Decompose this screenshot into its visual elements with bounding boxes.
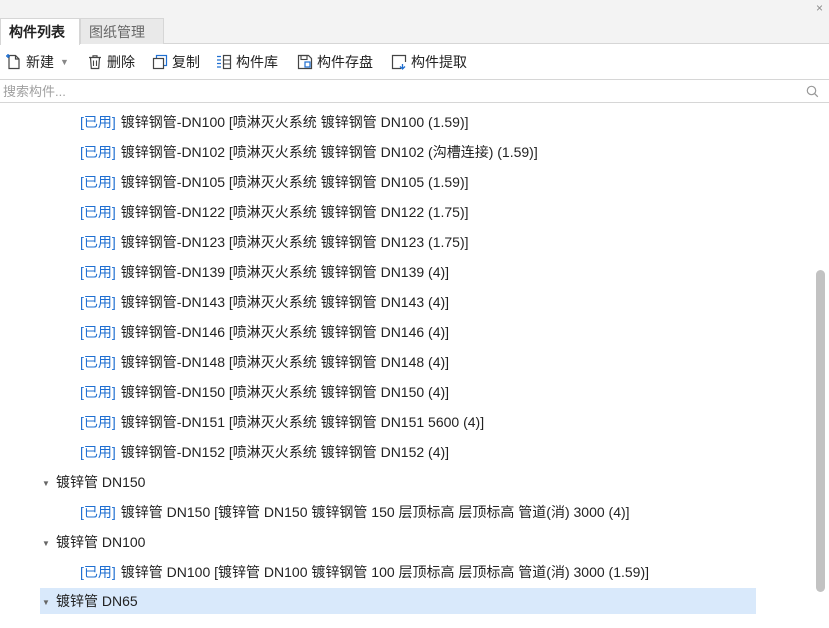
tree-item[interactable]: [已用] 镀锌管 DN150 [镀锌管 DN150 镀锌钢管 150 层顶标高 层… (0, 499, 630, 525)
expand-caret-icon[interactable]: ▼ (42, 471, 56, 497)
tree-item[interactable]: [已用] 镀锌钢管-DN102 [喷淋灭火系统 镀锌钢管 DN102 (沟槽连接)… (0, 139, 538, 165)
status-label: [已用] (80, 384, 116, 400)
tree-item-label: 镀锌钢管-DN105 [喷淋灭火系统 镀锌钢管 DN105 (1.59)] (120, 174, 469, 190)
tree-item[interactable]: [已用] 镀锌钢管-DN123 [喷淋灭火系统 镀锌钢管 DN123 (1.75)… (0, 229, 469, 255)
tree-item-label: 镀锌钢管-DN151 [喷淋灭火系统 镀锌钢管 DN151 5600 (4)] (120, 414, 485, 430)
tree-item-label: 镀锌管 DN150 [镀锌管 DN150 镀锌钢管 150 层顶标高 层顶标高 … (120, 504, 630, 520)
tree-item-label: 镀锌钢管-DN122 [喷淋灭火系统 镀锌钢管 DN122 (1.75)] (120, 204, 469, 220)
status-label: [已用] (80, 444, 116, 460)
tree-item[interactable]: [已用] 镀锌钢管-DN122 [喷淋灭火系统 镀锌钢管 DN122 (1.75)… (0, 199, 469, 225)
tree-item[interactable]: [已用] 镀锌钢管-DN148 [喷淋灭火系统 镀锌钢管 DN148 (4)] (0, 349, 449, 375)
component-save-button[interactable]: 构件存盘 (296, 51, 373, 73)
status-label: [已用] (80, 294, 116, 310)
tree-group-label: 镀锌管 DN100 (56, 534, 146, 550)
tab-drawing-management[interactable]: 图纸管理 (80, 18, 164, 44)
status-label: [已用] (80, 264, 116, 280)
tree-item[interactable]: [已用] 镀锌钢管-DN150 [喷淋灭火系统 镀锌钢管 DN150 (4)] (0, 379, 449, 405)
copy-button[interactable]: 复制 (151, 51, 200, 73)
close-icon[interactable]: × (816, 0, 823, 16)
tree-item-label: 镀锌钢管-DN100 [喷淋灭火系统 镀锌钢管 DN100 (1.59)] (120, 114, 469, 130)
tree-group-label: 镀锌管 DN65 (56, 593, 138, 609)
status-label: [已用] (80, 504, 116, 520)
tree-item-label: 镀锌钢管-DN150 [喷淋灭火系统 镀锌钢管 DN150 (4)] (120, 384, 450, 400)
new-file-icon (6, 54, 20, 70)
tree-item-label: 镀锌钢管-DN139 [喷淋灭火系统 镀锌钢管 DN139 (4)] (120, 264, 450, 280)
status-label: [已用] (80, 174, 116, 190)
tree-item[interactable]: [已用] 镀锌钢管-DN105 [喷淋灭火系统 镀锌钢管 DN105 (1.59)… (0, 169, 469, 195)
copy-button-label: 复制 (172, 54, 200, 70)
component-tree: [已用] 镀锌钢管-DN100 [喷淋灭火系统 镀锌钢管 DN100 (1.59)… (0, 104, 812, 628)
save-disk-icon (297, 54, 313, 70)
extract-icon (391, 54, 407, 70)
status-label: [已用] (80, 114, 116, 130)
trash-icon (89, 55, 101, 70)
status-label: [已用] (80, 564, 116, 580)
expand-caret-icon[interactable]: ▼ (42, 590, 56, 616)
copy-icon (152, 54, 168, 70)
tree-item-label: 镀锌钢管-DN148 [喷淋灭火系统 镀锌钢管 DN148 (4)] (120, 354, 450, 370)
tree-item[interactable]: [已用] 镀锌钢管-DN151 [喷淋灭火系统 镀锌钢管 DN151 5600 (… (0, 409, 484, 435)
tree-group-label: 镀锌管 DN150 (56, 474, 146, 490)
panel-tabs: 构件列表 图纸管理 (0, 16, 829, 45)
tab-component-list[interactable]: 构件列表 (0, 18, 80, 45)
tree-item[interactable]: [已用] 镀锌钢管-DN143 [喷淋灭火系统 镀锌钢管 DN143 (4)] (0, 289, 449, 315)
status-label: [已用] (80, 144, 116, 160)
new-button[interactable]: 新建 ▼ (5, 51, 69, 73)
delete-button-label: 删除 (107, 54, 135, 70)
status-label: [已用] (80, 234, 116, 250)
toolbar: 新建 ▼ 删除 复制 构件库 构件存盘 构件提取 (0, 45, 829, 79)
status-label: [已用] (80, 204, 116, 220)
status-label: [已用] (80, 414, 116, 430)
window-titlebar: × (0, 0, 829, 16)
component-extract-button[interactable]: 构件提取 (390, 51, 467, 73)
tree-item[interactable]: [已用] 镀锌管 DN100 [镀锌管 DN100 镀锌钢管 100 层顶标高 层… (0, 559, 649, 585)
tree-item-label: 镀锌管 DN100 [镀锌管 DN100 镀锌钢管 100 层顶标高 层顶标高 … (120, 564, 650, 580)
search-bar (0, 79, 829, 103)
dropdown-arrow-icon[interactable]: ▼ (60, 57, 69, 67)
tree-group-selected[interactable]: ▼ 镀锌管 DN65 (40, 588, 756, 614)
component-extract-button-label: 构件提取 (411, 54, 467, 70)
delete-button[interactable]: 删除 (86, 51, 135, 73)
tree-item[interactable]: [已用] 镀锌钢管-DN100 [喷淋灭火系统 镀锌钢管 DN100 (1.59)… (0, 109, 469, 135)
library-icon (217, 54, 232, 70)
search-icon[interactable] (806, 85, 819, 98)
component-library-button-label: 构件库 (236, 54, 278, 70)
status-label: [已用] (80, 354, 116, 370)
component-save-button-label: 构件存盘 (317, 54, 373, 70)
expand-caret-icon[interactable]: ▼ (42, 531, 56, 557)
tree-group[interactable]: ▼ 镀锌管 DN100 (0, 529, 145, 555)
status-label: [已用] (80, 324, 116, 340)
tree-item-label: 镀锌钢管-DN146 [喷淋灭火系统 镀锌钢管 DN146 (4)] (120, 324, 450, 340)
new-button-label: 新建 (26, 54, 54, 70)
tree-item-label: 镀锌钢管-DN143 [喷淋灭火系统 镀锌钢管 DN143 (4)] (120, 294, 450, 310)
tree-item[interactable]: [已用] 镀锌钢管-DN152 [喷淋灭火系统 镀锌钢管 DN152 (4)] (0, 439, 449, 465)
tree-item[interactable]: [已用] 镀锌钢管-DN139 [喷淋灭火系统 镀锌钢管 DN139 (4)] (0, 259, 449, 285)
tree-item-label: 镀锌钢管-DN123 [喷淋灭火系统 镀锌钢管 DN123 (1.75)] (120, 234, 469, 250)
search-input[interactable] (3, 82, 793, 100)
tree-group[interactable]: ▼ 镀锌管 DN150 (0, 469, 145, 495)
tree-item-label: 镀锌钢管-DN102 [喷淋灭火系统 镀锌钢管 DN102 (沟槽连接) (1.… (120, 144, 538, 160)
component-library-button[interactable]: 构件库 (215, 51, 278, 73)
tree-item[interactable]: [已用] 镀锌钢管-DN146 [喷淋灭火系统 镀锌钢管 DN146 (4)] (0, 319, 449, 345)
tree-item-label: 镀锌钢管-DN152 [喷淋灭火系统 镀锌钢管 DN152 (4)] (120, 444, 450, 460)
scrollbar-thumb[interactable] (816, 270, 825, 592)
